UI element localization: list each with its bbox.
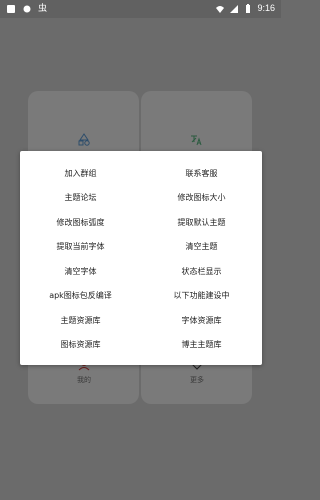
- app-glyph: 虫: [38, 3, 48, 13]
- time: 9:16: [257, 3, 275, 13]
- menu-item-clear-theme[interactable]: 清空主题: [141, 235, 262, 260]
- menu-item-contact-support[interactable]: 联系客服: [141, 161, 262, 186]
- options-grid: 加入群组 联系客服 主题论坛 修改图标大小 修改图标弧度 提取默认主题 提取当前…: [20, 161, 262, 357]
- menu-item-extract-current-font[interactable]: 提取当前字体: [20, 235, 141, 260]
- menu-item-under-construction[interactable]: 以下功能建设中: [141, 284, 262, 309]
- shapes-icon: [78, 133, 90, 146]
- menu-item-theme-forum[interactable]: 主题论坛: [20, 186, 141, 211]
- menu-item-edit-icon-size[interactable]: 修改图标大小: [141, 186, 262, 211]
- android-icon: [23, 5, 31, 12]
- bottom-left-label: 我的: [77, 376, 91, 384]
- translate-icon: [191, 135, 202, 146]
- status-bar: 虫 9:16: [0, 0, 281, 18]
- menu-item-icon-library[interactable]: 图标资源库: [20, 333, 141, 358]
- wifi-icon: [216, 5, 225, 13]
- menu-item-extract-default-theme[interactable]: 提取默认主题: [141, 210, 262, 235]
- options-dialog: 加入群组 联系客服 主题论坛 修改图标大小 修改图标弧度 提取默认主题 提取当前…: [20, 151, 262, 365]
- menu-item-edit-icon-radius[interactable]: 修改图标弧度: [20, 210, 141, 235]
- bottom-bar: [0, 470, 281, 500]
- menu-item-clear-font[interactable]: 清空字体: [20, 259, 141, 284]
- menu-item-apk-icon-pack-decompile[interactable]: apk图标包反编译: [20, 284, 141, 309]
- menu-item-join-group[interactable]: 加入群组: [20, 161, 141, 186]
- menu-item-blogger-theme-library[interactable]: 博主主题库: [141, 333, 262, 358]
- menu-item-theme-library[interactable]: 主题资源库: [20, 308, 141, 333]
- battery-icon: [246, 3, 251, 13]
- signal-icon: [230, 4, 239, 13]
- menu-item-status-bar-display[interactable]: 状态栏显示: [141, 259, 262, 284]
- notification-icon: [7, 4, 15, 13]
- bottom-right-label: 更多: [190, 376, 204, 384]
- menu-item-font-library[interactable]: 字体资源库: [141, 308, 262, 333]
